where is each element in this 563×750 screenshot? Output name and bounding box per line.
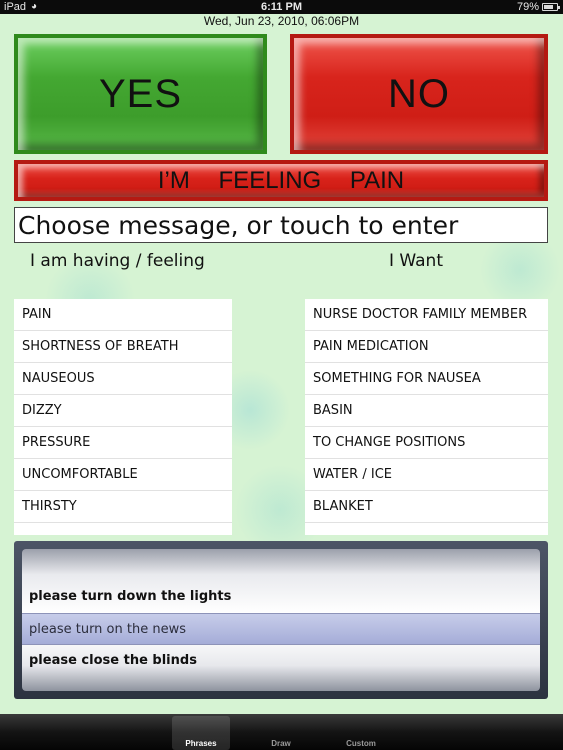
tab-bar: Phrases Draw Custom	[0, 714, 563, 750]
tab-custom[interactable]: Custom	[332, 716, 390, 750]
phrase-picker[interactable]: please turn down the lights please turn …	[14, 541, 548, 699]
feeling-item-dizzy[interactable]: DIZZY	[14, 395, 232, 427]
feeling-item-uncomfortable[interactable]: UNCOMFORTABLE	[14, 459, 232, 491]
no-button[interactable]: NO	[290, 34, 548, 154]
want-list[interactable]: NURSE DOCTOR FAMILY MEMBER PAIN MEDICATI…	[305, 299, 548, 535]
feeling-item-thirsty[interactable]: THIRSTY	[14, 491, 232, 523]
feeling-list[interactable]: PAIN SHORTNESS OF BREATH NAUSEOUS DIZZY …	[14, 299, 232, 535]
feeling-item-nauseous[interactable]: NAUSEOUS	[14, 363, 232, 395]
picker-option-selected[interactable]: please turn on the news	[22, 613, 540, 645]
status-clock: 6:11 PM	[261, 1, 302, 13]
feeling-pain-label: I’M FEELING PAIN	[18, 164, 544, 197]
want-item-nausea[interactable]: SOMETHING FOR NAUSEA	[305, 363, 548, 395]
feeling-column-heading: I am having / feeling	[30, 251, 205, 271]
feeling-item-shortness-of-breath[interactable]: SHORTNESS OF BREATH	[14, 331, 232, 363]
want-item-pain-medication[interactable]: PAIN MEDICATION	[305, 331, 548, 363]
tab-draw-label: Draw	[271, 739, 291, 748]
battery-icon	[542, 3, 560, 11]
feeling-pain-button[interactable]: I’M FEELING PAIN	[14, 160, 548, 201]
tab-phrases-label: Phrases	[185, 739, 217, 748]
want-item-nurse-doctor-family[interactable]: NURSE DOCTOR FAMILY MEMBER	[305, 299, 548, 331]
tab-phrases[interactable]: Phrases	[172, 716, 230, 750]
battery-fill	[544, 5, 553, 9]
tab-custom-label: Custom	[346, 739, 376, 748]
status-bar: iPad ◕ 6:11 PM 79%	[0, 0, 563, 14]
date-time-label: Wed, Jun 23, 2010, 06:06PM	[203, 14, 360, 28]
picker-option[interactable]: please turn down the lights	[22, 581, 540, 613]
want-item-water-ice[interactable]: WATER / ICE	[305, 459, 548, 491]
no-button-label: NO	[294, 38, 544, 150]
tab-draw[interactable]: Draw	[252, 716, 310, 750]
want-item-change-positions[interactable]: TO CHANGE POSITIONS	[305, 427, 548, 459]
feeling-item-pressure[interactable]: PRESSURE	[14, 427, 232, 459]
picker-option[interactable]: please close the blinds	[22, 645, 540, 677]
feeling-item-pain[interactable]: PAIN	[14, 299, 232, 331]
yes-button[interactable]: YES	[14, 34, 267, 154]
message-input[interactable]	[14, 207, 548, 243]
want-item-basin[interactable]: BASIN	[305, 395, 548, 427]
phrase-picker-wheel[interactable]: please turn down the lights please turn …	[22, 549, 540, 691]
yes-button-label: YES	[18, 38, 263, 150]
want-column-heading: I Want	[389, 251, 443, 271]
want-item-blanket[interactable]: BLANKET	[305, 491, 548, 523]
battery-percentage: 79%	[516, 1, 539, 13]
